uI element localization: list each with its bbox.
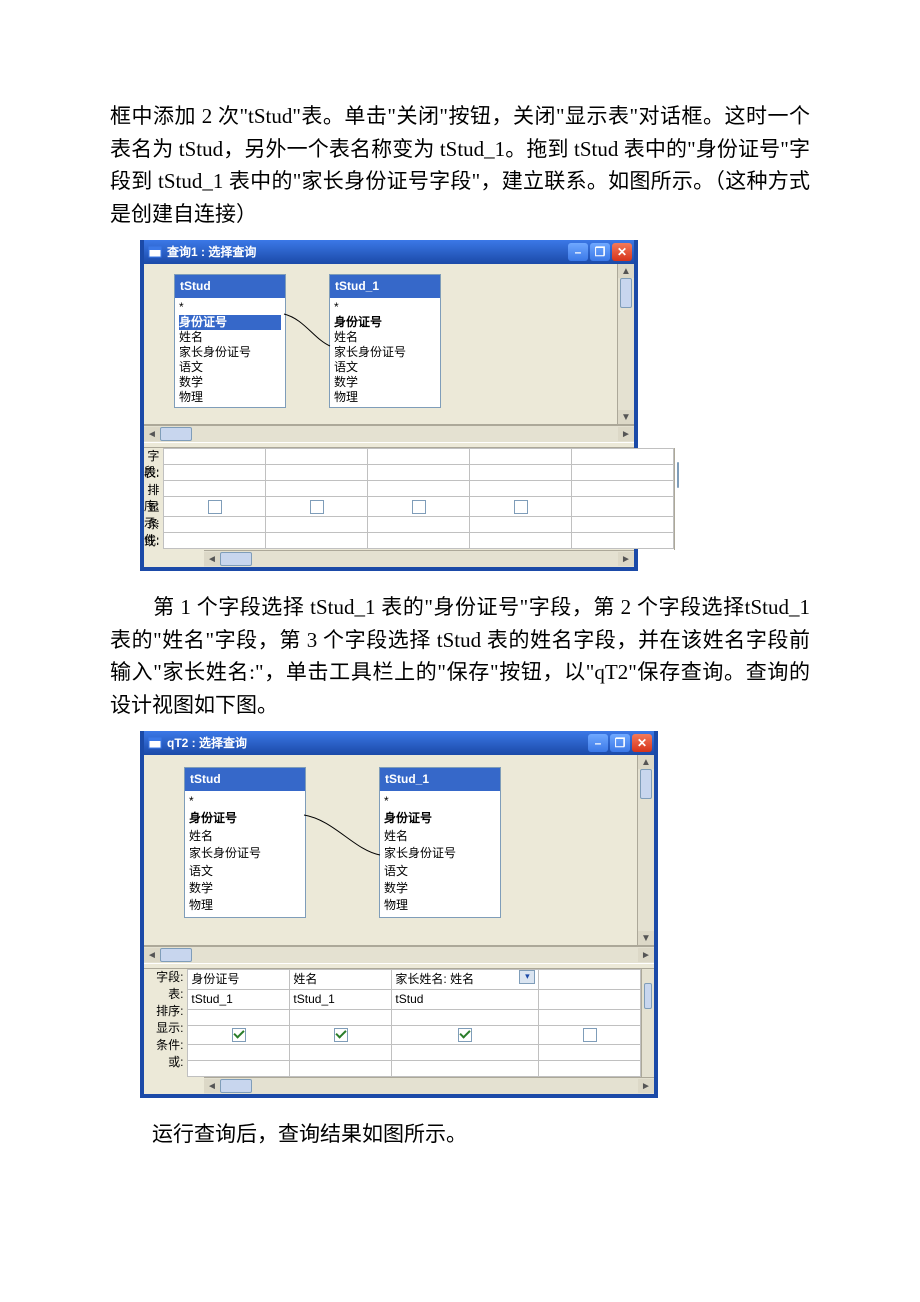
scroll-down-icon[interactable]: ▼ bbox=[638, 931, 654, 945]
scroll-thumb[interactable] bbox=[220, 1079, 252, 1093]
scroll-thumb[interactable] bbox=[220, 552, 252, 566]
grid-cell-table[interactable]: tStud bbox=[392, 989, 539, 1009]
paragraph-2: 第 1 个字段选择 tStud_1 表的"身份证号"字段，第 2 个字段选择tS… bbox=[110, 591, 810, 721]
grid-cell-table[interactable] bbox=[539, 989, 641, 1009]
show-checkbox[interactable] bbox=[334, 1028, 348, 1042]
access-query-icon bbox=[148, 736, 162, 750]
paragraph-1: 框中添加 2 次"tStud"表。单击"关闭"按钮，关闭"显示表"对话框。这时一… bbox=[110, 100, 810, 230]
design-grid[interactable]: 身份证号 姓名 家长姓名: 姓名▾ tStud_1 tStud_1 tStud bbox=[187, 969, 641, 1077]
scroll-right-icon[interactable]: ► bbox=[638, 1079, 654, 1093]
horizontal-scrollbar[interactable]: ◄ ► bbox=[144, 946, 654, 963]
horizontal-scrollbar[interactable]: ◄ ► bbox=[144, 425, 634, 442]
grid-cell-table[interactable]: tStud_1 bbox=[290, 989, 392, 1009]
window1-titlebar: 查询1 : 选择查询 – ❐ ✕ bbox=[144, 240, 634, 264]
show-checkbox[interactable] bbox=[514, 500, 528, 514]
grid-cell-field[interactable] bbox=[539, 970, 641, 990]
scroll-up-icon[interactable]: ▲ bbox=[618, 264, 634, 278]
close-button[interactable]: ✕ bbox=[612, 243, 632, 261]
scroll-thumb[interactable] bbox=[160, 427, 192, 441]
design-grid-row-labels: 字段: 表: 排序: 显示: 条件: 或: bbox=[144, 969, 187, 1077]
scroll-left-icon[interactable]: ◄ bbox=[204, 1079, 220, 1093]
scroll-thumb[interactable] bbox=[644, 983, 652, 1009]
scroll-thumb[interactable] bbox=[620, 278, 632, 308]
scroll-right-icon[interactable]: ► bbox=[638, 948, 654, 962]
scroll-left-icon[interactable]: ◄ bbox=[144, 427, 160, 441]
minimize-button[interactable]: – bbox=[588, 734, 608, 752]
scroll-thumb[interactable] bbox=[160, 948, 192, 962]
show-checkbox[interactable] bbox=[232, 1028, 246, 1042]
scroll-thumb[interactable] bbox=[640, 769, 652, 799]
scroll-down-icon[interactable]: ▼ bbox=[618, 410, 634, 424]
access-query-icon bbox=[148, 245, 162, 259]
scroll-left-icon[interactable]: ◄ bbox=[144, 948, 160, 962]
grid-cell-table[interactable]: tStud_1 bbox=[188, 989, 290, 1009]
maximize-button[interactable]: ❐ bbox=[610, 734, 630, 752]
window2-title: qT2 : 选择查询 bbox=[167, 734, 247, 753]
scroll-right-icon[interactable]: ► bbox=[618, 552, 634, 566]
vertical-scrollbar[interactable]: ▲ ▼ bbox=[617, 264, 634, 424]
join-line bbox=[144, 264, 614, 424]
horizontal-scrollbar[interactable]: ◄ ► bbox=[204, 1077, 654, 1094]
join-line bbox=[144, 755, 634, 945]
show-checkbox[interactable] bbox=[583, 1028, 597, 1042]
window1-title: 查询1 : 选择查询 bbox=[167, 243, 256, 262]
scroll-left-icon[interactable]: ◄ bbox=[204, 552, 220, 566]
scroll-up-icon[interactable]: ▲ bbox=[638, 755, 654, 769]
close-button[interactable]: ✕ bbox=[632, 734, 652, 752]
grid-cell-field[interactable]: 家长姓名: 姓名▾ bbox=[392, 970, 539, 990]
vertical-scrollbar[interactable] bbox=[674, 448, 675, 550]
show-checkbox[interactable] bbox=[412, 500, 426, 514]
show-checkbox[interactable] bbox=[458, 1028, 472, 1042]
grid-cell-field[interactable]: 身份证号 bbox=[188, 970, 290, 990]
show-checkbox[interactable] bbox=[310, 500, 324, 514]
grid-cell-field[interactable]: 姓名 bbox=[290, 970, 392, 990]
minimize-button[interactable]: – bbox=[568, 243, 588, 261]
show-checkbox[interactable] bbox=[208, 500, 222, 514]
figure-1-query1-design: 查询1 : 选择查询 – ❐ ✕ tStud * 身份证号 姓名 家长身份证号 bbox=[140, 240, 810, 571]
horizontal-scrollbar[interactable]: ◄ ► bbox=[204, 550, 634, 567]
design-grid-row-labels: 字段: 表: 排序: 显示: 条件: 或: bbox=[144, 448, 163, 550]
maximize-button[interactable]: ❐ bbox=[590, 243, 610, 261]
scroll-right-icon[interactable]: ► bbox=[618, 427, 634, 441]
design-grid[interactable] bbox=[163, 448, 674, 549]
scroll-thumb[interactable] bbox=[677, 462, 679, 488]
vertical-scrollbar[interactable] bbox=[641, 969, 654, 1077]
dropdown-arrow-icon[interactable]: ▾ bbox=[519, 970, 535, 984]
figure-2-qt2-design: qT2 : 选择查询 – ❐ ✕ tStud * 身份证号 姓名 家长身份证号 bbox=[140, 731, 810, 1098]
vertical-scrollbar[interactable]: ▲ ▼ bbox=[637, 755, 654, 945]
window2-titlebar: qT2 : 选择查询 – ❐ ✕ bbox=[144, 731, 654, 755]
paragraph-3: 运行查询后，查询结果如图所示。 bbox=[110, 1118, 810, 1151]
